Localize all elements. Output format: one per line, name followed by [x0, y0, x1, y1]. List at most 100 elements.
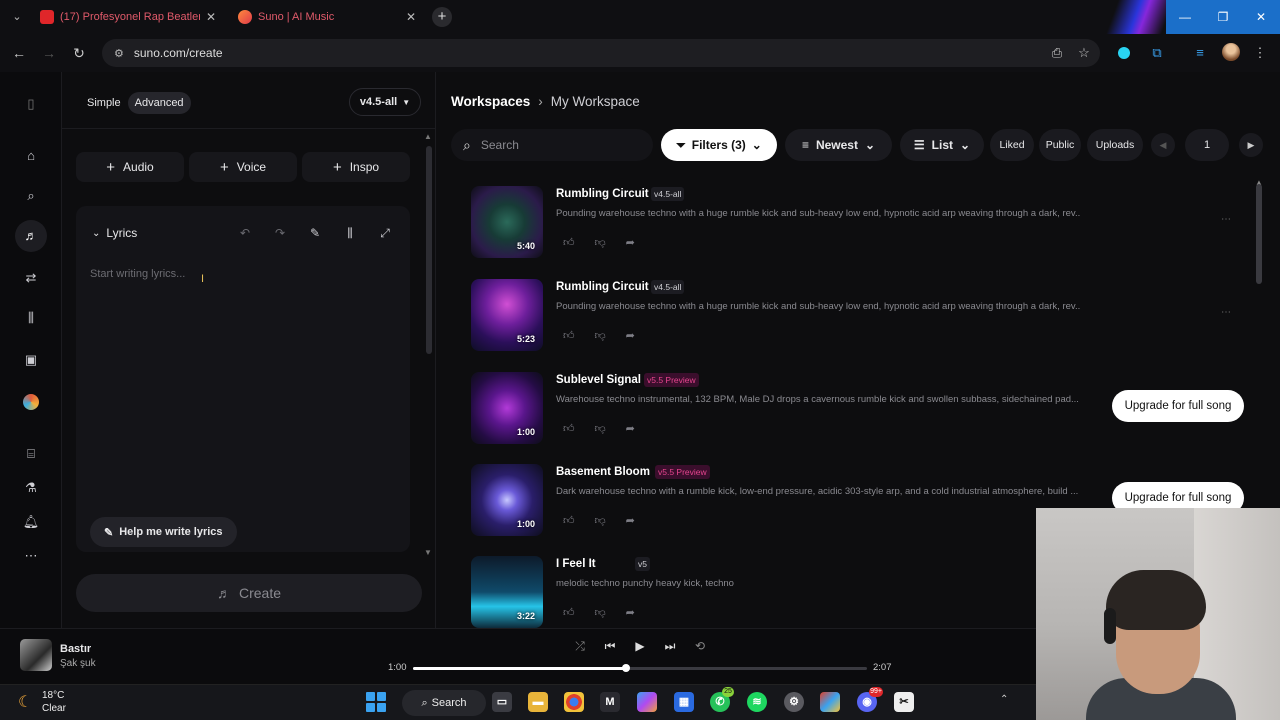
- song-title[interactable]: I Feel It: [556, 558, 596, 570]
- chrome-alt-icon[interactable]: [820, 692, 840, 712]
- now-playing-artist[interactable]: Şak şuk: [60, 658, 96, 669]
- extension-dot-icon[interactable]: [1114, 43, 1134, 63]
- song-cover[interactable]: 5:23: [471, 279, 543, 351]
- file-explorer-icon[interactable]: ▬: [528, 692, 548, 712]
- breadcrumb-workspaces[interactable]: Workspaces: [451, 94, 530, 109]
- address-bar[interactable]: ⚙ suno.com/create: [102, 39, 1100, 67]
- play-icon[interactable]: ▶: [631, 639, 649, 653]
- search-input[interactable]: ⌕ Search: [451, 129, 653, 161]
- browser-menu-icon[interactable]: ⋮: [1250, 43, 1270, 63]
- lyrics-input[interactable]: Start writing lyrics...: [90, 268, 185, 280]
- thumbs-up-icon[interactable]: 👍︎: [563, 422, 575, 435]
- share-icon[interactable]: ➦: [626, 329, 635, 342]
- thumbs-down-icon[interactable]: 👎︎: [595, 422, 606, 435]
- lyrics-library-icon[interactable]: ⫼: [337, 222, 363, 244]
- search-icon[interactable]: ⌕: [21, 186, 41, 206]
- add-inspo-button[interactable]: + Inspo: [302, 152, 410, 182]
- song-title[interactable]: Rumbling Circuit: [556, 281, 649, 293]
- browser-tab-suno[interactable]: Suno | AI Music ✕: [230, 4, 424, 30]
- library-icon[interactable]: ⫼: [21, 308, 41, 328]
- view-select[interactable]: ☰ List ⌄: [900, 129, 984, 161]
- forward-arrow-icon[interactable]: →: [39, 43, 59, 63]
- chip-uploads[interactable]: Uploads: [1087, 129, 1143, 161]
- share-icon[interactable]: ➦: [626, 422, 635, 435]
- prev-page-icon[interactable]: ◀: [1151, 133, 1175, 157]
- song-title[interactable]: Sublevel Signal: [556, 374, 641, 386]
- share-icon[interactable]: ➦: [626, 606, 635, 619]
- store-icon[interactable]: ▦: [674, 692, 694, 712]
- steam-icon[interactable]: ⚙: [784, 692, 804, 712]
- bookmark-star-icon[interactable]: ☆: [1074, 43, 1094, 63]
- thumbs-down-icon[interactable]: 👎︎: [595, 236, 606, 249]
- reload-icon[interactable]: ↻: [69, 43, 89, 63]
- now-playing-cover[interactable]: [20, 639, 52, 671]
- extension-puzzle-icon[interactable]: ⧉: [1147, 43, 1167, 63]
- new-tab-button[interactable]: +: [432, 7, 452, 27]
- expand-icon[interactable]: ⤢: [372, 222, 398, 244]
- sidebar-toggle-icon[interactable]: ▯: [21, 94, 41, 114]
- notifications-bell-icon[interactable]: 🔔︎: [21, 512, 41, 532]
- chip-public[interactable]: Public: [1039, 129, 1081, 161]
- copilot-icon[interactable]: [637, 692, 657, 712]
- page-number[interactable]: 1: [1185, 129, 1229, 161]
- more-dots-icon[interactable]: ⋯: [21, 546, 41, 566]
- progress-slider[interactable]: [413, 664, 867, 672]
- song-title[interactable]: Rumbling Circuit: [556, 188, 649, 200]
- profile-avatar[interactable]: [1222, 43, 1240, 61]
- thumbs-up-icon[interactable]: 👍︎: [563, 514, 575, 527]
- tray-chevron-up-icon[interactable]: ⌃: [1000, 694, 1008, 705]
- moon-weather-icon[interactable]: ☾: [18, 692, 32, 712]
- window-minimize-button[interactable]: —: [1166, 0, 1204, 34]
- song-cover[interactable]: 1:00: [471, 372, 543, 444]
- now-playing-title[interactable]: Bastır: [60, 643, 91, 655]
- model-select[interactable]: v4.5-all ▼: [349, 88, 421, 116]
- chip-liked[interactable]: Liked: [990, 129, 1034, 161]
- next-track-icon[interactable]: ⏭: [661, 639, 679, 654]
- share-icon[interactable]: ➦: [626, 514, 635, 527]
- progress-handle[interactable]: [622, 664, 631, 672]
- edit-icon[interactable]: ✎: [302, 222, 328, 244]
- create-button[interactable]: ♬ Create: [76, 574, 422, 612]
- video-icon[interactable]: ▣: [21, 350, 41, 370]
- gift-icon[interactable]: ⌸: [21, 444, 41, 464]
- task-view-icon[interactable]: ▭: [492, 692, 512, 712]
- shuffle-icon[interactable]: ⤮: [571, 639, 589, 654]
- create-nav-icon[interactable]: ♬: [15, 220, 47, 252]
- labs-flask-icon[interactable]: ⚗: [21, 478, 41, 498]
- song-list-scrollbar[interactable]: [1256, 184, 1262, 284]
- lyrics-toggle[interactable]: ⌄ Lyrics: [92, 226, 137, 240]
- undo-icon[interactable]: ↶: [232, 222, 258, 244]
- add-audio-button[interactable]: + Audio: [76, 152, 184, 182]
- thumbs-down-icon[interactable]: 👎︎: [595, 514, 606, 527]
- tab-close-icon[interactable]: ✕: [406, 10, 416, 24]
- mode-advanced-button[interactable]: Advanced: [127, 92, 191, 114]
- install-app-icon[interactable]: ⎙: [1047, 43, 1067, 63]
- song-row[interactable]: 5:23 Rumbling Circuit v4.5-all Pounding …: [471, 279, 1251, 359]
- windows-start-icon[interactable]: [366, 692, 386, 712]
- song-cover[interactable]: 5:40: [471, 186, 543, 258]
- thumbs-down-icon[interactable]: 👎︎: [595, 606, 606, 619]
- next-page-icon[interactable]: ▶: [1239, 133, 1263, 157]
- home-icon[interactable]: ⌂: [21, 146, 41, 166]
- create-panel-scrollbar[interactable]: [426, 146, 432, 354]
- back-arrow-icon[interactable]: ←: [9, 43, 29, 63]
- filters-button[interactable]: ⏷ Filters (3) ⌄: [661, 129, 777, 161]
- scroll-up-arrow-icon[interactable]: ▲: [424, 132, 432, 141]
- song-title[interactable]: Basement Bloom: [556, 466, 650, 478]
- tab-close-icon[interactable]: ✕: [206, 10, 216, 24]
- thumbs-up-icon[interactable]: 👍︎: [563, 236, 575, 249]
- song-cover[interactable]: 3:22: [471, 556, 543, 628]
- sort-select[interactable]: ≡ Newest ⌄: [785, 129, 892, 161]
- scroll-down-arrow-icon[interactable]: ▼: [424, 548, 432, 557]
- thumbs-up-icon[interactable]: 👍︎: [563, 329, 575, 342]
- taskbar-search-button[interactable]: ⌕ Search: [402, 690, 486, 716]
- site-info-icon[interactable]: ⚙: [114, 47, 124, 60]
- more-options-icon[interactable]: ⋯: [1221, 214, 1231, 225]
- repeat-icon[interactable]: ⟲: [691, 639, 709, 653]
- tab-search-icon[interactable]: ⌄: [8, 8, 26, 26]
- chrome-icon[interactable]: [564, 692, 584, 712]
- browser-tab-youtube[interactable]: (17) Profesyonel Rap Beatleri | O ✕: [32, 4, 224, 30]
- mode-simple-button[interactable]: Simple: [80, 92, 128, 114]
- hooks-icon[interactable]: ⇄: [21, 268, 41, 288]
- song-row[interactable]: 5:40 Rumbling Circuit v4.5-all Pounding …: [471, 186, 1251, 266]
